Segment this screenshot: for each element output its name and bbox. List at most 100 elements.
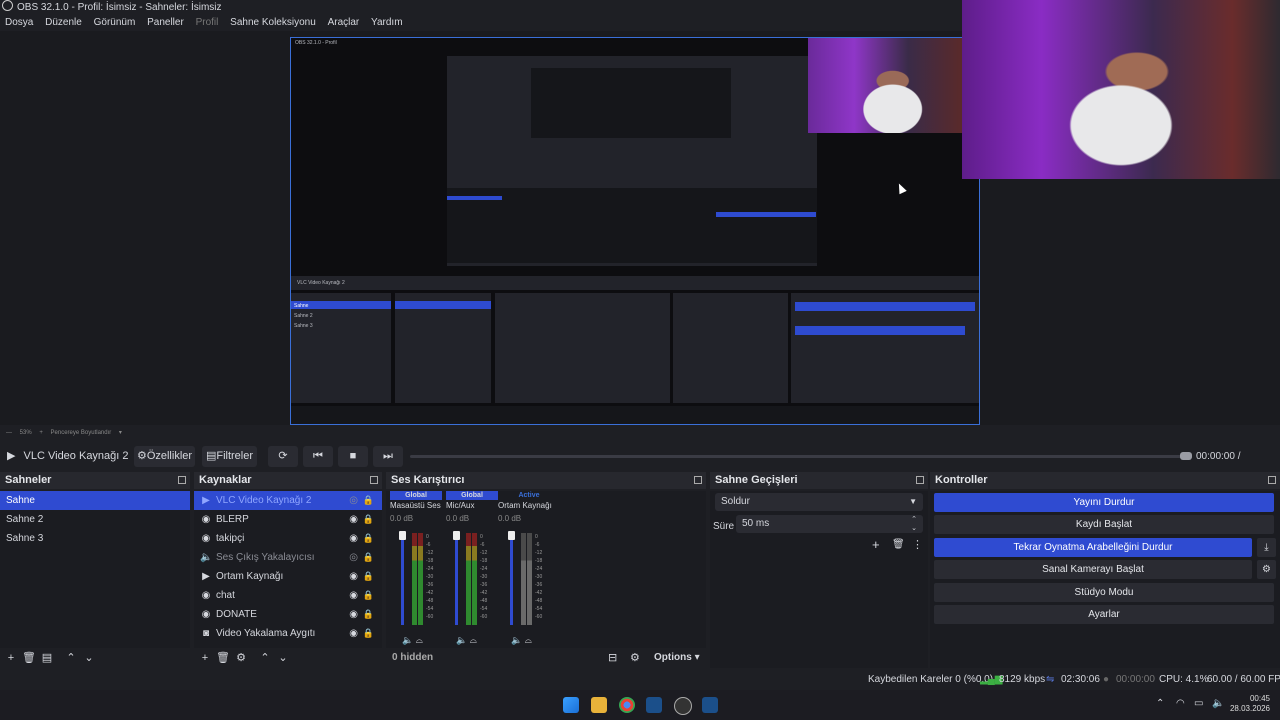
lock-icon[interactable]: 🔒 [363, 586, 374, 605]
wifi-icon[interactable]: ◠ [1176, 698, 1185, 709]
eye-icon[interactable]: ◉ [349, 624, 358, 643]
hidden-eye-icon[interactable]: ◎ [349, 491, 358, 510]
hidden-eye-icon[interactable]: ◎ [349, 548, 358, 567]
volume-fader[interactable] [401, 533, 404, 625]
lock-icon[interactable]: 🔒 [363, 491, 374, 510]
restart-button[interactable]: ⟳ [268, 446, 298, 467]
source-item[interactable]: ◉ takipçi ◉ 🔒 [194, 529, 382, 548]
scene-item[interactable]: Sahne 3 [0, 529, 190, 548]
hidden-count[interactable]: 0 hidden [392, 648, 433, 668]
menu-araclar[interactable]: Araçlar [328, 17, 360, 28]
seek-handle[interactable] [1180, 452, 1192, 460]
filters-button[interactable]: ▤Filtreler [202, 446, 257, 467]
fader-handle[interactable] [508, 531, 515, 540]
channel-name[interactable]: Mic/Aux [446, 500, 498, 511]
menu-paneller[interactable]: Paneller [147, 17, 184, 28]
obs-icon[interactable] [674, 697, 692, 715]
chevron-up-icon[interactable]: ⌃ [1156, 698, 1164, 709]
gear-icon[interactable]: ⚙ [234, 648, 248, 668]
fader-handle[interactable] [399, 531, 406, 540]
source-item[interactable]: 🔈 Ses Çıkış Yakalayıcısı ◎ 🔒 [194, 548, 382, 567]
speaker-icon[interactable]: 🔈 [456, 635, 467, 645]
undock-icon[interactable] [1268, 476, 1276, 484]
stop-streaming-button[interactable]: Yayını Durdur [934, 493, 1274, 512]
volume-fader[interactable] [455, 533, 458, 625]
lock-icon[interactable]: 🔒 [363, 529, 374, 548]
undock-icon[interactable] [916, 476, 924, 484]
lock-icon[interactable]: 🔒 [363, 510, 374, 529]
transition-select[interactable]: Soldur ▼ [715, 493, 923, 511]
lock-icon[interactable]: 🔒 [363, 624, 374, 643]
spinner-icon[interactable]: ⌃ ⌄ [911, 515, 917, 533]
volume-fader[interactable] [510, 533, 513, 625]
properties-button[interactable]: ⚙Özellikler [134, 446, 195, 467]
scene-item[interactable]: Sahne [0, 491, 190, 510]
stop-button[interactable]: ■ [338, 446, 368, 467]
filter-icon[interactable]: ▤ [40, 648, 54, 668]
steam-icon[interactable] [702, 697, 718, 713]
eye-icon[interactable]: ◉ [349, 586, 358, 605]
trash-icon[interactable]: 🗑 [216, 648, 230, 668]
zoom-in-icon[interactable]: + [39, 430, 43, 436]
stop-replay-buffer-button[interactable]: Tekrar Oynatma Arabelleğini Durdur [934, 538, 1252, 557]
menu-gorunum[interactable]: Görünüm [94, 17, 136, 28]
eye-icon[interactable]: ◉ [349, 510, 358, 529]
eye-icon[interactable]: ◉ [349, 605, 358, 624]
menu-yardim[interactable]: Yardım [371, 17, 403, 28]
speaker-icon[interactable]: 🔈 [402, 635, 413, 645]
lock-icon[interactable]: 🔒 [363, 548, 374, 567]
muted-speaker-icon[interactable]: 🔈 [511, 635, 522, 645]
settings-button[interactable]: Ayarlar [934, 605, 1274, 624]
clock[interactable]: 00:45 28.03.2026 [1230, 694, 1270, 714]
previous-button[interactable]: ⏮ [303, 446, 333, 467]
eye-icon[interactable]: ◉ [349, 567, 358, 586]
start-recording-button[interactable]: Kaydı Başlat [934, 515, 1274, 534]
channel-name[interactable]: Masaüstü Ses [390, 500, 442, 511]
options-button[interactable]: Options ▾ [654, 648, 700, 668]
chrome-icon[interactable] [619, 697, 635, 713]
undock-icon[interactable] [694, 476, 702, 484]
source-item[interactable]: ◉ DONATE ◉ 🔒 [194, 605, 382, 624]
monitor-icon[interactable]: ▭ [1194, 698, 1203, 709]
headphones-icon[interactable]: ⌓ [470, 635, 477, 645]
chevron-up-icon[interactable]: ⌃ [258, 648, 272, 668]
headphones-icon[interactable]: ⌓ [416, 635, 423, 645]
add-icon[interactable]: + [4, 648, 18, 668]
fader-handle[interactable] [453, 531, 460, 540]
chevron-up-icon[interactable]: ⌃ [64, 648, 78, 668]
source-item[interactable]: ▶ VLC Video Kaynağı 2 ◎ 🔒 [194, 491, 382, 510]
gear-icon[interactable]: ⚙ [1257, 560, 1276, 579]
menu-dosya[interactable]: Dosya [5, 17, 33, 28]
scene-item[interactable]: Sahne 2 [0, 510, 190, 529]
zoom-out-icon[interactable]: — [6, 430, 12, 436]
file-explorer-icon[interactable] [591, 697, 607, 713]
chevron-down-icon[interactable]: ⌄ [276, 648, 290, 668]
channel-name[interactable]: Ortam Kaynağı [498, 500, 560, 511]
menu-sahne-koleksiyonu[interactable]: Sahne Koleksiyonu [230, 17, 316, 28]
layout-icon[interactable]: ⊟ [608, 648, 617, 668]
zoom-mode[interactable]: Pencereye Boyutlandır [51, 430, 112, 436]
menu-profil[interactable]: Profil [196, 17, 219, 28]
studio-mode-button[interactable]: Stüdyo Modu [934, 583, 1274, 602]
download-icon[interactable]: ⤓ [1257, 538, 1276, 557]
trash-icon[interactable]: 🗑 [892, 539, 905, 550]
source-item[interactable]: ◙ Video Yakalama Aygıtı ◉ 🔒 [194, 624, 382, 643]
trash-icon[interactable]: 🗑 [22, 648, 36, 668]
source-item[interactable]: ▶ Ortam Kaynağı ◉ 🔒 [194, 567, 382, 586]
headphones-icon[interactable]: ⌓ [525, 635, 532, 645]
chevron-down-icon[interactable]: ▾ [119, 430, 122, 436]
lock-icon[interactable]: 🔒 [363, 605, 374, 624]
duration-input[interactable]: 50 ms ⌃ ⌄ [736, 515, 923, 533]
windows-start-icon[interactable] [563, 697, 579, 713]
steam-icon[interactable] [646, 697, 662, 713]
start-virtual-camera-button[interactable]: Sanal Kamerayı Başlat [934, 560, 1252, 579]
volume-icon[interactable]: 🔈 [1212, 698, 1224, 709]
lock-icon[interactable]: 🔒 [363, 567, 374, 586]
next-button[interactable]: ⏭ [373, 446, 403, 467]
source-item[interactable]: ◉ chat ◉ 🔒 [194, 586, 382, 605]
add-icon[interactable]: + [198, 648, 212, 668]
undock-icon[interactable] [370, 476, 378, 484]
source-item[interactable]: ◉ BLERP ◉ 🔒 [194, 510, 382, 529]
menu-duzenle[interactable]: Düzenle [45, 17, 82, 28]
seek-slider[interactable] [410, 455, 1185, 458]
